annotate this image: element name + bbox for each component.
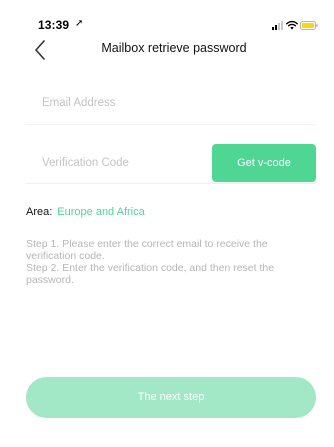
area-label: Area: [26, 206, 53, 218]
email-field [26, 86, 316, 125]
next-step-button[interactable]: The next step [26, 377, 316, 418]
area-row: Area: Europe and Africa [26, 206, 145, 218]
instruction-step-1: Step 1. Please enter the correct email t… [26, 238, 268, 262]
verification-code-input[interactable] [42, 157, 212, 169]
battery-icon [300, 21, 318, 30]
wifi-icon [286, 20, 298, 30]
status-bar: 13:39 ➚ [0, 0, 334, 36]
instruction-step-2: Step 2. Enter the verification code, and… [26, 262, 275, 286]
area-selector[interactable]: Europe and Africa [57, 206, 144, 218]
email-input[interactable] [42, 97, 212, 109]
status-time: 13:39 [38, 18, 70, 32]
page-title: Mailbox retrieve password [101, 41, 247, 55]
instructions: Step 1. Please enter the correct email t… [26, 238, 316, 286]
signal-icon [272, 21, 283, 30]
back-chevron-icon[interactable] [33, 38, 47, 62]
location-arrow-icon: ➚ [75, 18, 84, 29]
get-vcode-button[interactable]: Get v-code [212, 144, 316, 182]
